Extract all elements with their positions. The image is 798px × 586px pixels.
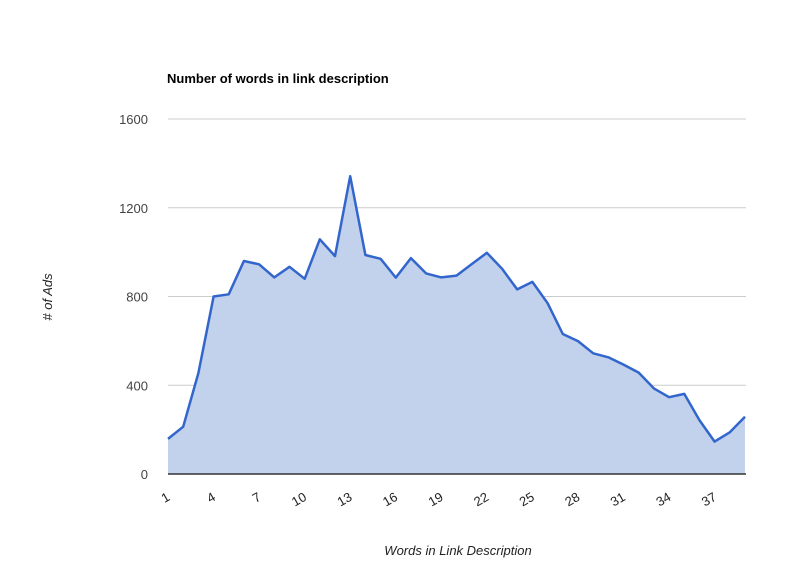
y-tick-label: 0	[141, 467, 148, 482]
x-tick-label: 13	[334, 489, 354, 509]
x-axis-ticks: 1 4 7 10 13 16 19 22 25 28 31 34 37	[159, 489, 719, 509]
x-tick-label: 25	[517, 489, 537, 509]
chart-title: Number of words in link description	[167, 71, 389, 86]
x-tick-label: 31	[608, 489, 628, 509]
x-tick-label: 19	[426, 489, 446, 509]
x-tick-label: 22	[471, 489, 491, 509]
x-tick-label: 4	[204, 489, 218, 506]
x-tick-label: 34	[653, 489, 673, 509]
x-tick-label: 28	[562, 489, 582, 509]
y-tick-label: 1600	[119, 112, 148, 127]
y-axis-ticks: 0 400 800 1200 1600	[119, 112, 148, 482]
x-tick-label: 1	[159, 489, 173, 506]
series-area-fill	[168, 176, 745, 474]
y-tick-label: 1200	[119, 201, 148, 216]
x-tick-label: 7	[250, 489, 264, 506]
y-axis-title: # of Ads	[40, 273, 55, 321]
x-axis-title: Words in Link Description	[384, 543, 531, 558]
x-tick-label: 10	[289, 489, 309, 509]
y-tick-label: 400	[126, 378, 148, 393]
x-tick-label: 16	[380, 489, 400, 509]
y-tick-label: 800	[126, 290, 148, 305]
area-chart: Number of words in link description 0 400…	[40, 71, 746, 558]
plot-area	[167, 174, 746, 475]
x-tick-label: 37	[699, 489, 719, 509]
